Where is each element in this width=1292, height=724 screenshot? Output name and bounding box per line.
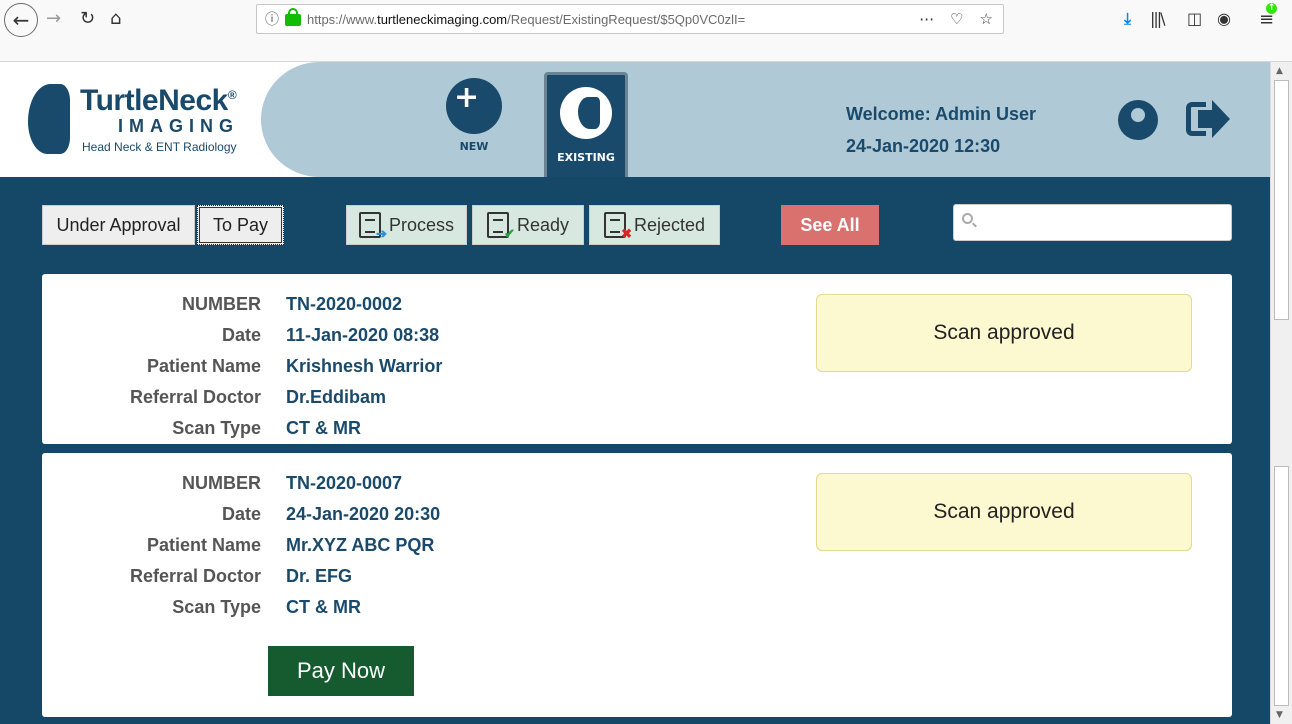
scroll-down-icon[interactable]: ▼ — [1276, 710, 1283, 720]
see-all-button[interactable]: See All — [781, 205, 879, 245]
menu-icon[interactable]: ≡ ↑ — [1259, 3, 1277, 30]
account-icon[interactable]: ◉ — [1217, 9, 1231, 28]
back-button[interactable]: ← — [4, 3, 38, 37]
patient-name: Krishnesh Warrior — [286, 356, 443, 376]
reload-button[interactable]: ↻ — [80, 8, 95, 30]
requests-panel: Under Approval To Pay ➔ Process ✔ Ready … — [0, 177, 1270, 724]
rejected-button[interactable]: ✖ Rejected — [589, 205, 720, 245]
request-card: NUMBER TN-2020-0007 Date 24-Jan-2020 20:30… — [42, 453, 1232, 717]
library-icon[interactable]: |||\ — [1150, 9, 1166, 28]
clipboard-check-icon: ✔ — [486, 212, 515, 240]
referral-doctor-label: Referral Doctor — [129, 387, 261, 407]
page-scrollbar[interactable]: ▲ ▼ — [1270, 62, 1292, 724]
scan-type: CT & MR — [286, 597, 361, 617]
ready-label: Ready — [516, 214, 570, 235]
url-domain: turtleneckimaging.com — [377, 11, 508, 27]
referral-doctor: Dr. EFG — [286, 566, 353, 586]
rejected-label: Rejected — [633, 214, 706, 235]
sidebar-icon[interactable]: ◫ — [1187, 9, 1202, 28]
nav-existing-label: EXISTING — [557, 151, 615, 164]
brand-sub: IMAGING — [118, 116, 239, 136]
date-label: Date — [221, 504, 261, 524]
request-details: NUMBER TN-2020-0007 Date 24-Jan-2020 20:30… — [42, 473, 440, 628]
request-number: TN-2020-0007 — [286, 473, 403, 493]
process-button[interactable]: ➔ Process — [346, 205, 467, 245]
status-badge: Scan approved — [816, 473, 1192, 551]
process-label: Process — [388, 214, 455, 235]
date-label: Date — [221, 325, 261, 345]
welcome-block: Welcome: Admin User 24-Jan-2020 12:30 — [846, 98, 1036, 162]
referral-doctor-label: Referral Doctor — [129, 566, 261, 586]
url-prefix: https://www. — [307, 11, 378, 27]
update-badge-icon: ↑ — [1266, 3, 1277, 14]
status-badge: Scan approved — [816, 294, 1192, 372]
scan-type-label: Scan Type — [172, 418, 261, 438]
new-request-icon — [446, 78, 502, 134]
search-box[interactable] — [953, 204, 1232, 241]
logout-icon[interactable] — [1186, 100, 1230, 140]
home-button[interactable]: ⌂ — [110, 8, 121, 30]
patient-name-label: Patient Name — [146, 535, 261, 555]
to-pay-button[interactable]: To Pay — [197, 205, 284, 245]
request-number: TN-2020-0002 — [286, 294, 403, 314]
welcome-text: Welcome: Admin User — [846, 104, 1037, 124]
lock-icon — [285, 8, 301, 26]
clipboard-x-icon: ✖ — [603, 212, 632, 240]
search-icon — [962, 213, 973, 224]
bookmark-star-icon[interactable]: ☆ — [980, 10, 993, 28]
existing-request-icon — [560, 87, 612, 139]
request-date: 24-Jan-2020 20:30 — [286, 504, 441, 524]
current-datetime: 24-Jan-2020 12:30 — [846, 136, 1001, 156]
nav-new-label: NEW — [459, 140, 489, 153]
number-label: NUMBER — [182, 473, 261, 493]
number-label: NUMBER — [182, 294, 261, 314]
patient-name: Mr.XYZ ABC PQR — [286, 535, 435, 555]
referral-doctor: Dr.Eddibam — [286, 387, 387, 407]
download-icon[interactable]: ⤓ — [1124, 9, 1131, 29]
user-profile-icon[interactable] — [1118, 100, 1158, 140]
search-input[interactable] — [980, 205, 1228, 240]
patient-name-label: Patient Name — [146, 356, 261, 376]
logo[interactable]: TurtleNeck® IMAGING Head Neck & ENT Radi… — [0, 62, 331, 177]
registered-mark: ® — [227, 88, 237, 102]
scroll-up-icon[interactable]: ▲ — [1276, 66, 1283, 76]
pocket-icon[interactable]: ♡ — [950, 10, 963, 28]
logo-head-icon — [28, 84, 70, 154]
scan-type: CT & MR — [286, 418, 361, 438]
clipboard-process-icon: ➔ — [358, 212, 387, 240]
pay-now-button[interactable]: Pay Now — [268, 646, 414, 696]
page-actions-icon[interactable]: ⋯ — [919, 10, 934, 28]
site-header: TurtleNeck® IMAGING Head Neck & ENT Radi… — [0, 62, 1270, 184]
request-details: NUMBER TN-2020-0002 Date 11-Jan-2020 08:38… — [42, 294, 442, 444]
url-path: /Request/ExistingRequest/$5Qp0VC0zlI= — [507, 11, 746, 27]
brand-tagline: Head Neck & ENT Radiology — [82, 140, 237, 154]
request-card: NUMBER TN-2020-0002 Date 11-Jan-2020 08:38… — [42, 274, 1232, 444]
address-bar[interactable]: ⓘ https://www. turtleneckimaging.com/Requ… — [256, 4, 1004, 34]
under-approval-button[interactable]: Under Approval — [42, 205, 195, 245]
forward-button[interactable]: → — [46, 8, 61, 30]
ready-button[interactable]: ✔ Ready — [472, 205, 584, 245]
nav-existing[interactable]: EXISTING — [544, 72, 628, 184]
request-date: 11-Jan-2020 08:38 — [286, 325, 440, 345]
brand-name: TurtleNeck — [80, 84, 228, 117]
scan-type-label: Scan Type — [172, 597, 261, 617]
scrollbar-thumb[interactable] — [1274, 466, 1289, 706]
scrollbar-thumb[interactable] — [1274, 80, 1289, 320]
info-icon[interactable]: ⓘ — [261, 9, 283, 29]
nav-new[interactable]: NEW — [432, 74, 516, 153]
browser-toolbar: ← → ↻ ⌂ ⓘ https://www. turtleneckimaging.… — [0, 0, 1292, 62]
